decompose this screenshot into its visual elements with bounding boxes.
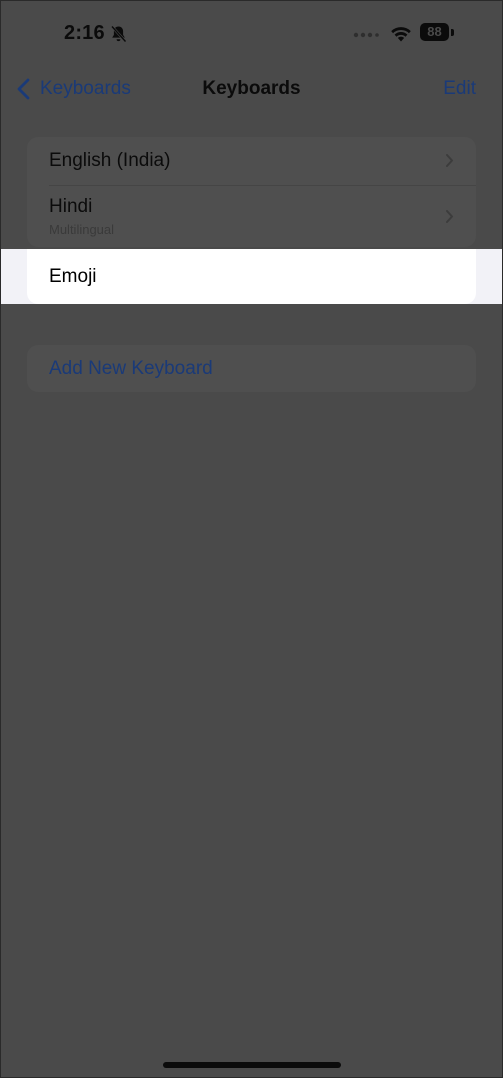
- wifi-icon: [391, 27, 411, 42]
- battery-icon: 88: [420, 23, 456, 43]
- add-new-keyboard-button[interactable]: Add New Keyboard: [27, 345, 476, 392]
- status-bar: 2:16 88: [1, 1, 502, 65]
- home-indicator[interactable]: [163, 1062, 341, 1068]
- keyboard-label: Hindi: [49, 196, 93, 217]
- chevron-right-icon: [446, 154, 453, 167]
- battery-level: 88: [420, 23, 449, 41]
- keyboard-label: English (India): [49, 150, 171, 171]
- keyboard-row-hindi[interactable]: Hindi Multilingual: [27, 186, 476, 247]
- add-new-keyboard-label: Add New Keyboard: [49, 358, 213, 379]
- page-title: Keyboards: [202, 78, 301, 99]
- keyboard-label: Emoji: [49, 266, 97, 287]
- navigation-bar: Keyboards Keyboards Edit: [1, 65, 502, 113]
- chevron-right-icon: [446, 210, 453, 223]
- edit-button[interactable]: Edit: [443, 78, 476, 100]
- cellular-signal-icon: [353, 32, 379, 38]
- keyboard-row-english[interactable]: English (India): [27, 137, 476, 185]
- keyboard-subtitle: Multilingual: [49, 222, 115, 237]
- keyboard-row-emoji[interactable]: Emoji: [27, 249, 476, 304]
- bell-slash-icon: [111, 25, 127, 43]
- status-time: 2:16: [64, 22, 105, 44]
- keyboards-screen: 2:16 88 Keyboards Keyboards Edit English…: [0, 0, 503, 1078]
- keyboards-list: English (India) Hindi Multilingual: [27, 137, 476, 247]
- battery-tip: [451, 29, 454, 36]
